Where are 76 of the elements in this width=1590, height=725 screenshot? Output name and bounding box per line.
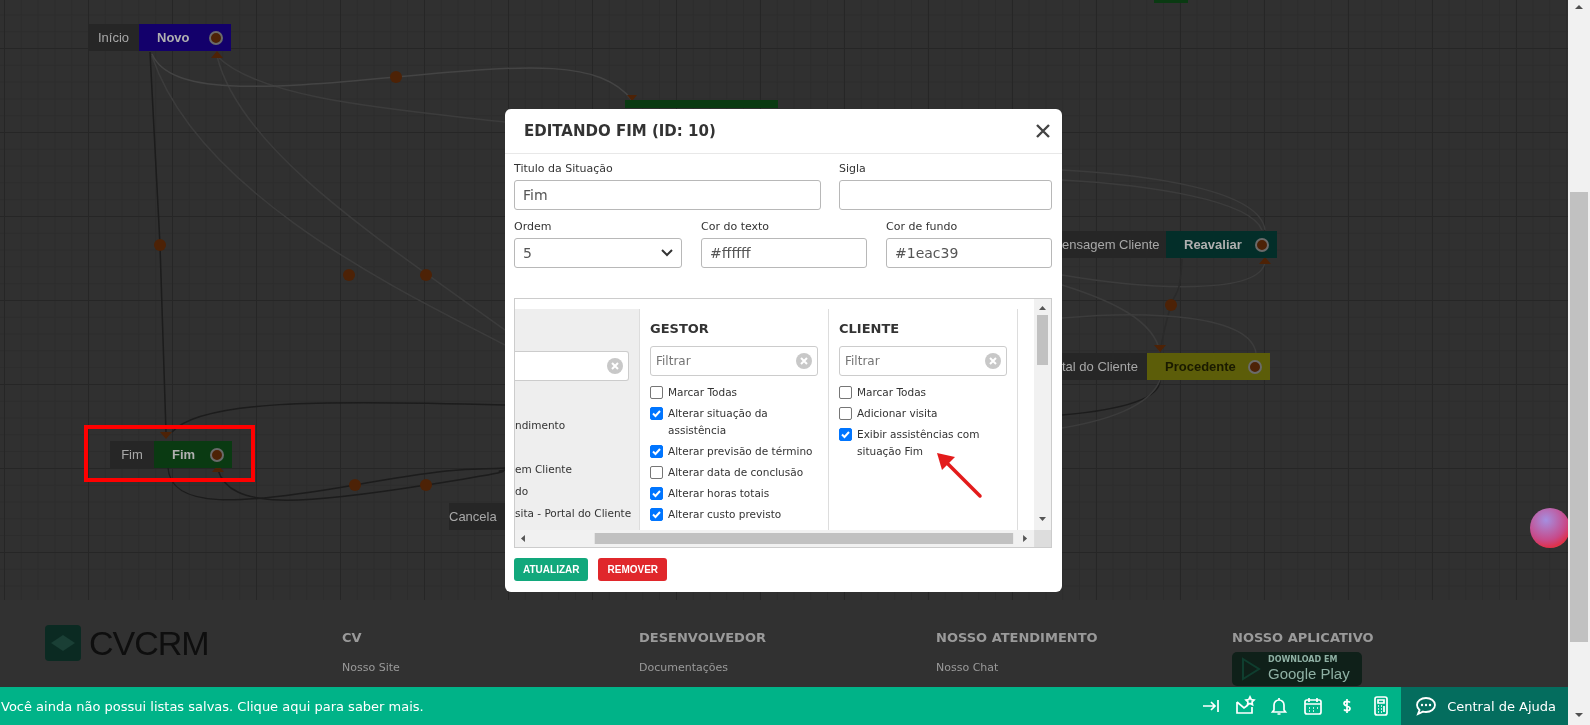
option-label: Exibir assistências com situação Fim (857, 427, 981, 459)
checkbox[interactable] (650, 386, 663, 399)
filter-field[interactable]: Filtrar (839, 346, 1007, 376)
checkbox[interactable] (650, 407, 663, 420)
node-label: ensagem Cliente (1062, 231, 1166, 258)
footer-heading: DESENVOLVEDOR (639, 630, 767, 646)
footer-heading: NOSSO APLICATIVO (1232, 630, 1375, 646)
clear-icon[interactable] (985, 353, 1001, 369)
option-label: Adicionar visita (857, 406, 938, 421)
horizontal-scrollbar[interactable] (515, 530, 1051, 547)
filter-field[interactable] (515, 351, 629, 381)
connection-handle-icon[interactable] (209, 30, 223, 45)
filter-field[interactable]: Filtrar (650, 346, 818, 376)
field-label: Titulo da Situação (514, 162, 614, 176)
clear-icon[interactable] (796, 353, 812, 369)
node-label: Início (88, 24, 139, 51)
footer-heading: NOSSO ATENDIMENTO (936, 630, 1099, 646)
footer-link[interactable]: Documentações (639, 661, 936, 674)
checkbox[interactable] (839, 407, 852, 420)
clear-icon[interactable] (607, 358, 623, 374)
play-icon (1240, 657, 1262, 681)
field-label: Sigla (839, 162, 867, 176)
node-label: tal do Cliente (1062, 353, 1147, 380)
footer-link[interactable]: Nosso Site (342, 661, 639, 674)
text-input[interactable] (839, 180, 1052, 210)
footer-heading: CV (342, 630, 363, 646)
option-label: Alterar previsão de término (668, 444, 813, 459)
checkbox[interactable] (650, 508, 663, 521)
field-label: Ordem (514, 220, 553, 234)
connection-handle-icon[interactable] (1248, 359, 1262, 374)
page-scrollbar[interactable] (1568, 0, 1590, 725)
order-select[interactable]: 5 (514, 238, 682, 268)
column-heading: CLIENTE (839, 321, 901, 337)
checkbox[interactable] (839, 428, 852, 441)
checkbox[interactable] (650, 445, 663, 458)
modal-title: EDITANDO FIM (ID: 10) (524, 122, 716, 140)
option-label: em Cliente (515, 462, 572, 477)
flow-node[interactable]: Fim (154, 441, 232, 468)
option-label: do (515, 484, 529, 499)
column-heading: GESTOR (650, 321, 710, 337)
envelope-star-icon[interactable] (1234, 695, 1257, 717)
option-label: Marcar Todas (668, 385, 738, 400)
option-label: ndimento (515, 418, 566, 433)
close-icon[interactable] (1036, 124, 1050, 138)
store-badge[interactable]: DOWNLOAD EM Google Play (1232, 652, 1362, 686)
option-label: Alterar custo previsto (668, 507, 782, 522)
flow-node[interactable]: Novo (139, 24, 231, 51)
logo-icon (45, 625, 81, 661)
node-label: Fim (110, 441, 154, 468)
gradient-orb-button[interactable] (1530, 508, 1568, 548)
calendar-icon[interactable] (1302, 695, 1325, 717)
option-label: Alterar situação da assistência (668, 406, 769, 438)
connection-handle-icon[interactable] (1255, 237, 1269, 252)
text-input[interactable]: #1eac39 (886, 238, 1052, 268)
option-label: Alterar data de conclusão (668, 465, 804, 480)
text-input[interactable]: #ffffff (701, 238, 867, 268)
field-label: Cor do texto (701, 220, 771, 234)
node-label: Cancela (449, 503, 505, 530)
text-input[interactable]: Fim (514, 180, 821, 210)
option-label: Marcar Todas (857, 385, 927, 400)
flow-node[interactable]: Reavaliar (1166, 231, 1277, 258)
help-center-button[interactable]: Central de Ajuda (1401, 687, 1568, 725)
footer-link[interactable]: Nosso Chat (936, 661, 1232, 674)
connection-handle-icon[interactable] (210, 447, 224, 462)
checkbox[interactable] (839, 386, 852, 399)
chat-bubble-icon (1415, 696, 1438, 716)
flow-node-shape (1154, 0, 1188, 3)
chevron-down-icon (661, 249, 673, 257)
checkbox[interactable] (650, 487, 663, 500)
field-label: Cor de fundo (886, 220, 959, 234)
annotation-arrow (935, 452, 985, 500)
checkbox[interactable] (650, 466, 663, 479)
vertical-scrollbar[interactable] (1034, 299, 1051, 531)
option-label: Alterar horas totais (668, 486, 770, 501)
remove-button[interactable]: REMOVER (598, 558, 668, 581)
option-label: sita - Portal do Cliente (515, 506, 632, 521)
